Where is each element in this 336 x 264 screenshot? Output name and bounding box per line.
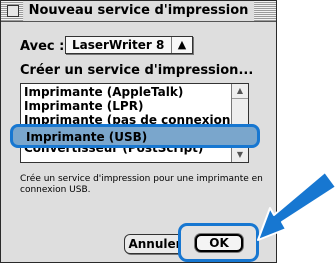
ok-button[interactable]: OK bbox=[195, 234, 243, 252]
list-item-usb-label: Imprimante (USB) bbox=[26, 130, 148, 144]
title-bar[interactable]: Nouveau service d'impression bbox=[1, 1, 276, 22]
list-scrollbar[interactable]: ▲ ▼ bbox=[231, 84, 248, 162]
printer-driver-select[interactable]: LaserWriter 8 ▲︎ bbox=[65, 36, 193, 54]
cancel-button[interactable]: Annuler bbox=[124, 234, 186, 254]
dialog-title: Nouveau service d'impression bbox=[22, 1, 255, 21]
service-description: Crée un service d'impression pour une im… bbox=[20, 174, 263, 195]
list-item-appletalk[interactable]: Imprimante (AppleTalk) bbox=[24, 85, 183, 100]
avec-label: Avec : bbox=[20, 39, 65, 54]
close-box-icon[interactable] bbox=[7, 5, 19, 17]
popup-arrows-icon: ▲︎ bbox=[171, 37, 192, 53]
list-item-lpr[interactable]: Imprimante (LPR) bbox=[24, 99, 143, 114]
printer-driver-value: LaserWriter 8 bbox=[72, 38, 165, 52]
ok-button-highlight: OK bbox=[178, 223, 259, 262]
service-type-list[interactable]: Imprimante (AppleTalk) Imprimante (LPR) … bbox=[20, 83, 249, 163]
create-service-label: Créer un service d'impression... bbox=[20, 63, 254, 78]
scroll-up-icon[interactable]: ▲ bbox=[232, 84, 248, 99]
scroll-down-icon[interactable]: ▼ bbox=[232, 147, 248, 162]
list-item-usb[interactable]: Imprimante (USB) bbox=[10, 124, 260, 148]
